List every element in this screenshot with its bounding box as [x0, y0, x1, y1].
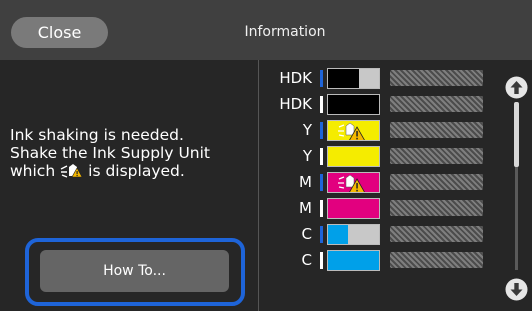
ink-level-fill	[328, 251, 379, 270]
ink-status-mark	[320, 122, 323, 139]
ink-row: HDK	[259, 92, 499, 116]
ink-level-fill	[328, 147, 379, 166]
ink-status-mark	[320, 226, 323, 243]
ink-level-empty	[358, 69, 379, 88]
ink-level-fill	[328, 199, 379, 218]
ink-status-mark	[320, 96, 323, 113]
ink-label: M	[299, 199, 312, 217]
ink-label: HDK	[279, 69, 312, 87]
ink-row: C	[259, 222, 499, 246]
close-button[interactable]: Close	[11, 17, 108, 48]
ink-level-gauge	[327, 172, 380, 193]
ink-level-fill	[328, 69, 359, 88]
message-line-3-end: is displayed.	[88, 162, 185, 180]
ink-shake-warning-icon	[338, 174, 365, 192]
ink-code-masked	[390, 122, 483, 138]
message-line-3-start: which	[10, 162, 56, 180]
header-bar: Close Information	[0, 0, 532, 60]
ink-status-mark	[320, 200, 323, 217]
ink-row: M	[259, 196, 499, 220]
how-to-button[interactable]: How To...	[40, 250, 229, 292]
shake-message: Ink shaking is needed. Shake the Ink Sup…	[10, 126, 258, 180]
ink-code-masked	[390, 70, 483, 86]
ink-label: Y	[302, 121, 312, 139]
ink-code-masked	[390, 226, 483, 242]
message-line-2: Shake the Ink Supply Unit	[10, 144, 211, 162]
ink-level-gauge	[327, 94, 380, 115]
ink-level-fill	[328, 95, 379, 114]
ink-row: M	[259, 170, 499, 194]
ink-level-gauge	[327, 250, 380, 271]
scrollbar-thumb[interactable]	[514, 102, 519, 167]
ink-shake-warning-icon	[60, 164, 83, 178]
ink-code-masked	[390, 148, 483, 164]
ink-row: Y	[259, 118, 499, 142]
ink-label: C	[301, 251, 312, 269]
ink-code-masked	[390, 174, 483, 190]
arrow-down-circle-icon[interactable]	[505, 278, 528, 301]
ink-label: M	[299, 173, 312, 191]
information-screen: Close Information Ink shaking is needed.…	[0, 0, 532, 311]
arrow-up-circle-icon[interactable]	[505, 76, 528, 99]
ink-row: Y	[259, 144, 499, 168]
ink-level-gauge	[327, 68, 380, 89]
ink-label: C	[301, 225, 312, 243]
ink-status-mark	[320, 148, 323, 165]
ink-status-mark	[320, 70, 323, 87]
ink-code-masked	[390, 96, 483, 112]
message-line-3: which is displayed.	[10, 162, 258, 180]
ink-row: HDK	[259, 66, 499, 90]
ink-level-gauge	[327, 198, 380, 219]
ink-shake-warning-icon	[338, 122, 365, 140]
message-line-1: Ink shaking is needed.	[10, 126, 184, 144]
page-title: Information	[244, 24, 326, 40]
ink-level-gauge	[327, 224, 380, 245]
ink-level-fill	[328, 225, 349, 244]
ink-level-empty	[348, 225, 379, 244]
ink-row: C	[259, 248, 499, 272]
ink-level-gauge	[327, 146, 380, 167]
ink-status-mark	[320, 252, 323, 269]
ink-status-mark	[320, 174, 323, 191]
ink-code-masked	[390, 252, 483, 268]
ink-label: HDK	[279, 95, 312, 113]
ink-level-gauge	[327, 120, 380, 141]
ink-label: Y	[302, 147, 312, 165]
ink-code-masked	[390, 200, 483, 216]
